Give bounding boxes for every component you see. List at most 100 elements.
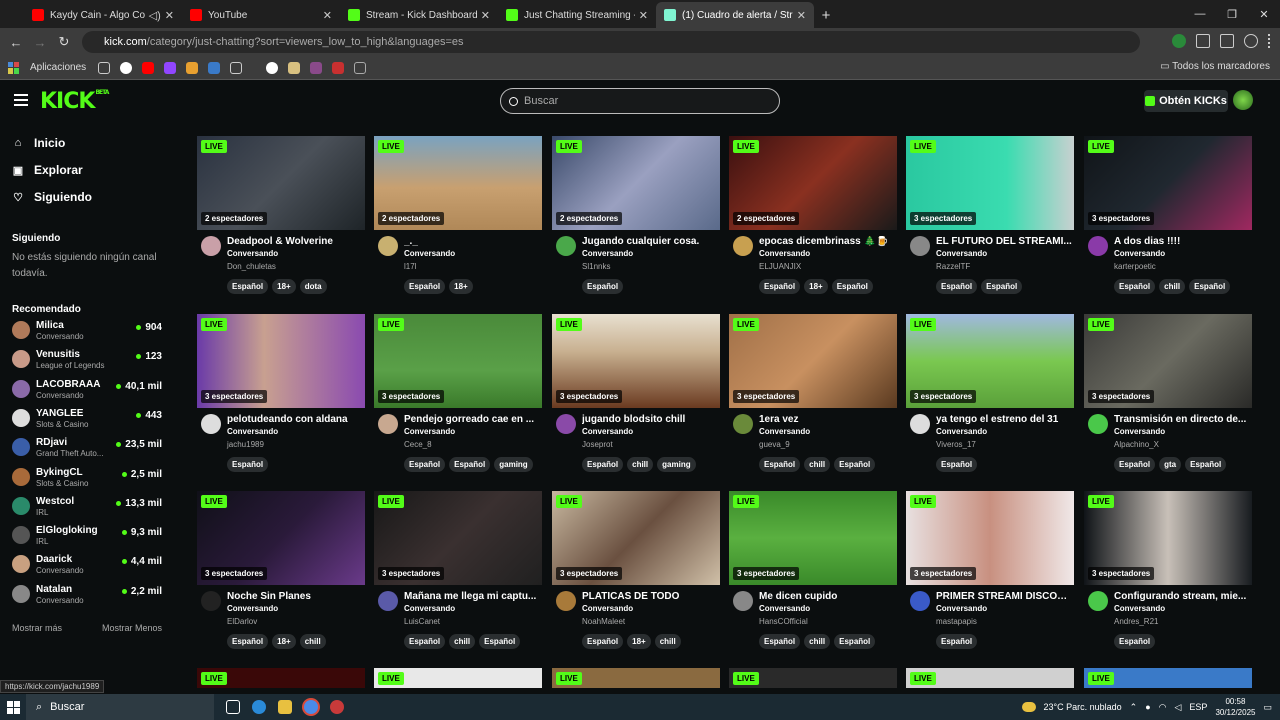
bookmark-icon[interactable] [310, 61, 323, 74]
bookmark-icon[interactable] [354, 61, 367, 74]
stream-tag[interactable]: 18+ [804, 279, 828, 294]
recommended-channel[interactable]: ElGlogloking IRL 9,3 mil [12, 523, 162, 549]
stream-card[interactable]: LIVE 3 espectadores EL FUTURO DEL STREAMI.… [906, 136, 1074, 306]
stream-thumbnail[interactable]: LIVE [906, 668, 1074, 688]
stream-card[interactable]: LIVE 2 espectadores Jugando cualquier cosa… [552, 136, 720, 306]
stream-card[interactable]: LIVE 3 espectadores PLATICAS DE TODO Conver… [552, 491, 720, 661]
stream-tag[interactable]: Español [449, 457, 491, 472]
stream-tag[interactable]: Español [227, 279, 269, 294]
stream-category[interactable]: Conversando [582, 604, 633, 613]
stream-tag[interactable]: Español [981, 279, 1023, 294]
stream-thumbnail[interactable]: LIVE 3 espectadores [197, 314, 365, 408]
streamer-name[interactable]: karterpoetic [1114, 262, 1156, 271]
streamer-name[interactable]: ElDarlov [227, 617, 257, 626]
browser-tab[interactable]: YouTube ✕ [182, 2, 340, 28]
stream-title[interactable]: Me dicen cupido [759, 591, 895, 602]
streamer-avatar[interactable] [201, 236, 221, 256]
streamer-name[interactable]: LuisCanet [404, 617, 440, 626]
nav-siguiendo[interactable]: ♡ Siguiendo [12, 190, 92, 204]
streamer-avatar[interactable] [378, 236, 398, 256]
stream-tag[interactable]: Español [759, 634, 801, 649]
task-view-icon[interactable] [226, 700, 240, 714]
stream-thumbnail[interactable]: LIVE 3 espectadores [906, 314, 1074, 408]
streamer-name[interactable]: jachu1989 [227, 440, 264, 449]
streamer-name[interactable]: NoahMaleet [582, 617, 625, 626]
stream-tag[interactable]: Español [404, 634, 446, 649]
get-kicks-button[interactable]: Obtén KICKs [1144, 90, 1228, 112]
stream-tag[interactable]: Español [582, 457, 624, 472]
obs-icon[interactable] [330, 700, 344, 714]
stream-card[interactable]: LIVE 3 espectadores ya tengo el estreno de… [906, 314, 1074, 484]
stream-card[interactable]: LIVE 2 espectadores epocas dicembrinass 🎄🍺… [729, 136, 897, 306]
stream-title[interactable]: Deadpool & Wolverine [227, 236, 363, 247]
search-input[interactable]: Buscar [500, 88, 780, 114]
media-icon[interactable] [1220, 34, 1234, 48]
streamer-name[interactable]: Andres_R21 [1114, 617, 1158, 626]
stream-title[interactable]: PRIMER STREAMI DISCOR... [936, 591, 1072, 602]
stream-thumbnail[interactable]: LIVE 3 espectadores [552, 491, 720, 585]
stream-category[interactable]: Conversando [936, 249, 987, 258]
stream-title[interactable]: ya tengo el estreno del 31 [936, 414, 1072, 425]
stream-category[interactable]: Conversando [404, 604, 455, 613]
twitch-bookmark-icon[interactable] [164, 61, 177, 74]
stream-thumbnail[interactable]: LIVE [1084, 668, 1252, 688]
stream-thumbnail[interactable]: LIVE 3 espectadores [906, 491, 1074, 585]
stream-tag[interactable]: gaming [657, 457, 696, 472]
stream-tag[interactable]: Español [834, 634, 876, 649]
reload-icon[interactable]: ↻ [52, 34, 76, 50]
stream-title[interactable]: pelotudeando con aldana [227, 414, 363, 425]
stream-tag[interactable]: Español [759, 279, 801, 294]
streamer-name[interactable]: mastapapis [936, 617, 977, 626]
recommended-channel[interactable]: Venusitis League of Legends 123 [12, 347, 162, 373]
stream-card[interactable]: LIVE 3 espectadores Transmisión en directo… [1084, 314, 1252, 484]
streamer-name[interactable]: Sl1nnks [582, 262, 610, 271]
stream-category[interactable]: Conversando [759, 604, 810, 613]
recommended-channel[interactable]: Westcol IRL 13,3 mil [12, 494, 162, 520]
stream-tag[interactable]: chill [804, 457, 831, 472]
stream-category[interactable]: Conversando [582, 249, 633, 258]
nav-explorar[interactable]: ▣ Explorar [12, 163, 83, 177]
stream-thumbnail[interactable]: LIVE 3 espectadores [1084, 491, 1252, 585]
github-bookmark-icon[interactable] [266, 61, 279, 74]
stream-thumbnail[interactable]: LIVE 3 espectadores [197, 491, 365, 585]
streamer-avatar[interactable] [910, 236, 930, 256]
stream-tag[interactable]: chill [1159, 279, 1186, 294]
stream-tag[interactable]: Español [759, 457, 801, 472]
streamer-name[interactable]: Don_chuletas [227, 262, 276, 271]
stream-category[interactable]: Conversando [936, 427, 987, 436]
chrome-icon[interactable] [304, 700, 318, 714]
stream-card[interactable]: LIVE 3 espectadores Me dicen cupido Convers… [729, 491, 897, 661]
clock[interactable]: 00:58 30/12/2025 [1215, 696, 1255, 718]
stream-tag[interactable]: Español [227, 457, 269, 472]
stream-tag[interactable]: Español [1114, 457, 1156, 472]
stream-tag[interactable]: Español [227, 634, 269, 649]
stream-tag[interactable]: 18+ [272, 634, 296, 649]
wifi-icon[interactable]: ◠ [1159, 702, 1167, 713]
url-field[interactable]: kick.com/category/just-chatting?sort=vie… [82, 31, 1140, 53]
streamer-avatar[interactable] [1088, 236, 1108, 256]
browser-tab[interactable]: Just Chatting Streaming - Live S ✕ [498, 2, 656, 28]
stream-tag[interactable]: 18+ [272, 279, 296, 294]
nav-inicio[interactable]: ⌂ Inicio [12, 136, 66, 150]
stream-card[interactable]: LIVE 3 espectadores PRIMER STREAMI DISCOR.… [906, 491, 1074, 661]
forward-icon[interactable]: → [28, 35, 52, 50]
bookmark-icon[interactable] [288, 61, 301, 74]
stream-title[interactable]: _._ [404, 236, 540, 247]
start-button[interactable] [0, 694, 26, 720]
bookmark-icon[interactable] [230, 61, 243, 74]
recommended-channel[interactable]: Milica Conversando 904 [12, 318, 162, 344]
stream-category[interactable]: Conversando [404, 249, 455, 258]
stream-thumbnail[interactable]: LIVE 3 espectadores [729, 491, 897, 585]
menu-kebab-icon[interactable] [1268, 34, 1272, 48]
stream-category[interactable]: Conversando [227, 604, 278, 613]
stream-tag[interactable]: chill [627, 457, 654, 472]
recommended-channel[interactable]: Daarick Conversando 4,4 mil [12, 552, 162, 578]
stream-card[interactable]: LIVE 3 espectadores A dos dias !!!! Convers… [1084, 136, 1252, 306]
streamer-name[interactable]: ELJUANJIX [759, 262, 801, 271]
streamer-avatar[interactable] [733, 414, 753, 434]
stream-thumbnail[interactable]: LIVE 3 espectadores [552, 314, 720, 408]
streamer-avatar[interactable] [556, 591, 576, 611]
stream-thumbnail[interactable]: LIVE [552, 668, 720, 688]
stream-category[interactable]: Conversando [1114, 249, 1165, 258]
stream-card[interactable]: LIVE 3 espectadores Pendejo gorreado cae e… [374, 314, 542, 484]
